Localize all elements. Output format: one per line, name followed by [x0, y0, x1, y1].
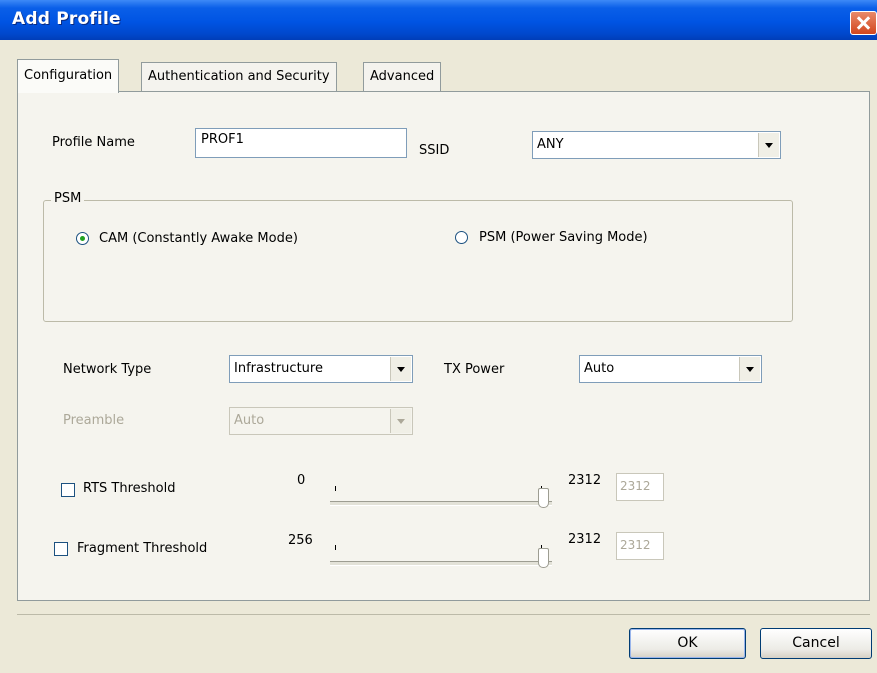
rts-slider-thumb[interactable]	[538, 488, 549, 508]
title-bar[interactable]: Add Profile	[0, 0, 877, 40]
ssid-label: SSID	[419, 143, 450, 158]
cam-radio-label[interactable]: CAM (Constantly Awake Mode)	[99, 231, 298, 246]
tab-label: Authentication and Security	[148, 69, 330, 84]
ok-button[interactable]: OK	[629, 628, 746, 659]
tx-power-select[interactable]: Auto	[579, 355, 762, 383]
profile-name-label: Profile Name	[52, 135, 135, 150]
cancel-button[interactable]: Cancel	[760, 628, 872, 659]
network-type-select[interactable]: Infrastructure	[229, 355, 413, 383]
network-type-value: Infrastructure	[234, 361, 323, 376]
psm-radio[interactable]	[455, 231, 468, 244]
tab-configuration[interactable]: Configuration	[17, 59, 120, 93]
tab-label: Configuration	[24, 68, 113, 83]
fragment-min-label: 256	[288, 533, 313, 548]
preamble-label: Preamble	[63, 413, 125, 428]
psm-group-caption: PSM	[51, 191, 85, 206]
preamble-select: Auto	[229, 407, 413, 435]
rts-threshold-label[interactable]: RTS Threshold	[83, 481, 175, 496]
rts-slider[interactable]	[330, 501, 552, 506]
add-profile-dialog: Add Profile Configuration Authentication…	[0, 0, 877, 673]
rts-slider-tick-min	[335, 486, 336, 491]
chevron-down-icon	[390, 409, 411, 433]
fragment-threshold-label[interactable]: Fragment Threshold	[77, 541, 207, 556]
network-type-label: Network Type	[63, 362, 152, 377]
psm-radio-label[interactable]: PSM (Power Saving Mode)	[479, 230, 648, 245]
fragment-threshold-checkbox[interactable]	[54, 542, 68, 556]
tab-authentication-security[interactable]: Authentication and Security	[141, 62, 337, 92]
tx-power-label: TX Power	[444, 362, 505, 377]
fragment-slider[interactable]	[330, 561, 552, 566]
profile-name-input[interactable]: PROF1	[195, 128, 407, 158]
chevron-down-icon[interactable]	[739, 357, 760, 381]
window-title: Add Profile	[12, 9, 121, 29]
rts-value-field: 2312	[616, 473, 664, 501]
fragment-slider-tick-min	[335, 545, 336, 550]
tx-power-value: Auto	[584, 361, 615, 376]
chevron-down-icon[interactable]	[390, 357, 411, 381]
cam-radio[interactable]	[76, 232, 89, 245]
ssid-value: ANY	[537, 137, 564, 152]
preamble-value: Auto	[234, 413, 265, 428]
close-icon[interactable]	[850, 11, 877, 35]
ssid-select[interactable]: ANY	[532, 131, 781, 159]
rts-max-label: 2312	[568, 473, 602, 488]
chevron-down-icon[interactable]	[758, 133, 779, 157]
psm-groupbox	[43, 200, 793, 322]
fragment-slider-thumb[interactable]	[538, 548, 549, 568]
configuration-panel	[17, 91, 870, 601]
rts-threshold-checkbox[interactable]	[61, 483, 75, 497]
rts-min-label: 0	[297, 473, 306, 488]
tab-advanced[interactable]: Advanced	[363, 62, 442, 92]
footer-divider	[17, 614, 870, 615]
tab-label: Advanced	[370, 69, 435, 84]
fragment-value-field: 2312	[616, 532, 664, 560]
fragment-max-label: 2312	[568, 532, 602, 547]
